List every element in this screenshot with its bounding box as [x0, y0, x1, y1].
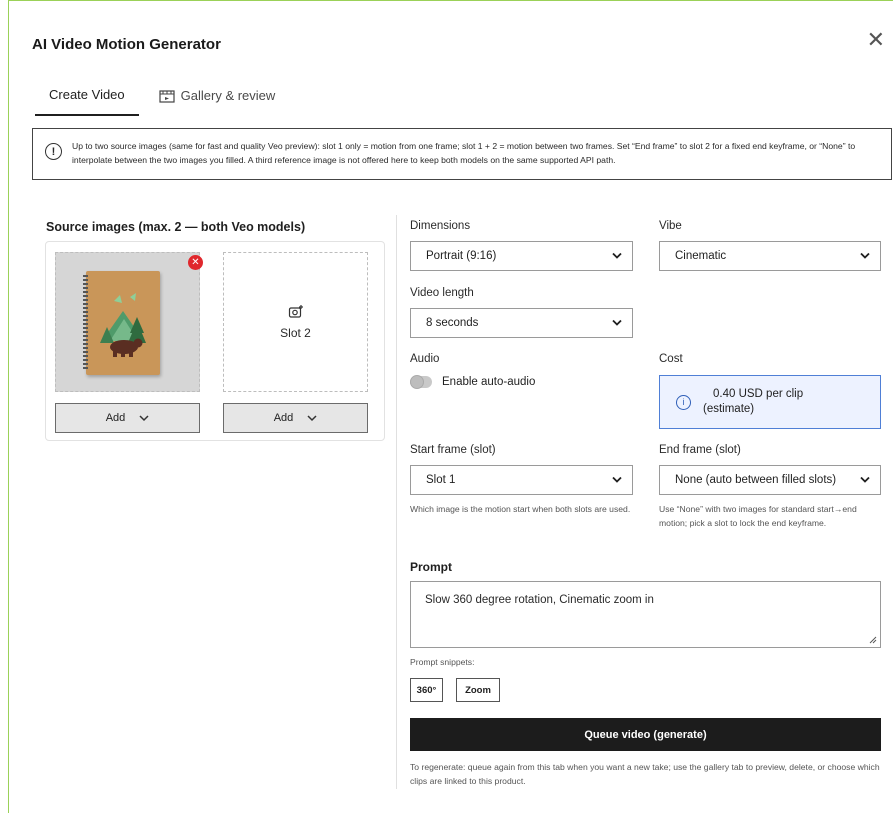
- tab-bar: Create Video Gallery & review: [35, 85, 289, 116]
- remove-image-icon[interactable]: ✕: [188, 255, 203, 270]
- snippet-button-360[interactable]: 360°: [410, 678, 443, 702]
- dialog-title: AI Video Motion Generator: [32, 36, 221, 53]
- resize-grip-icon[interactable]: [869, 636, 877, 644]
- dimensions-select[interactable]: Portrait (9:16): [410, 241, 633, 271]
- add-button-slot-2[interactable]: Add: [223, 403, 368, 433]
- video-generator-dialog: AI Video Motion Generator ✕ Create Video…: [8, 0, 893, 813]
- chevron-down-icon: [139, 414, 149, 421]
- chevron-down-icon: [612, 476, 622, 483]
- tab-label: Gallery & review: [180, 88, 276, 103]
- add-label: Add: [105, 412, 126, 424]
- prompt-text: Slow 360 degree rotation, Cinematic zoom…: [425, 594, 654, 606]
- info-banner: ! Up to two source images (same for fast…: [32, 128, 892, 180]
- end-frame-value: None (auto between filled slots): [675, 474, 837, 486]
- chevron-down-icon: [860, 476, 870, 483]
- auto-audio-label: Enable auto-audio: [442, 376, 536, 388]
- bear-forest-illustration: [100, 293, 146, 357]
- vibe-value: Cinematic: [675, 250, 727, 262]
- add-label: Add: [273, 412, 294, 424]
- cost-label: Cost: [659, 353, 683, 365]
- vibe-label: Vibe: [659, 220, 682, 232]
- video-length-value: 8 seconds: [426, 317, 479, 329]
- video-length-select[interactable]: 8 seconds: [410, 308, 633, 338]
- info-text: Up to two source images (same for fast a…: [72, 141, 856, 165]
- queue-video-button[interactable]: Queue video (generate): [410, 718, 881, 751]
- snippet-button-zoom[interactable]: Zoom: [456, 678, 500, 702]
- audio-label: Audio: [410, 353, 440, 365]
- cost-line-1: 0.40 USD per clip: [713, 388, 804, 400]
- cost-estimate-box: i 0.40 USD per clip (estimate): [659, 375, 881, 429]
- vibe-select[interactable]: Cinematic: [659, 241, 881, 271]
- start-frame-label: Start frame (slot): [410, 444, 496, 456]
- chevron-down-icon: [307, 414, 317, 421]
- tab-gallery-review[interactable]: Gallery & review: [145, 85, 290, 116]
- slot-2-label: Slot 2: [280, 326, 311, 340]
- regenerate-help: To regenerate: queue again from this tab…: [410, 762, 880, 786]
- cost-text: 0.40 USD per clip (estimate): [703, 387, 803, 417]
- start-frame-value: Slot 1: [426, 474, 456, 486]
- prompt-textarea[interactable]: Slow 360 degree rotation, Cinematic zoom…: [410, 581, 881, 648]
- start-frame-select[interactable]: Slot 1: [410, 465, 633, 495]
- column-divider: [396, 215, 397, 789]
- source-images-panel: ✕ Slot 2 Add Add: [45, 241, 385, 441]
- close-icon[interactable]: ✕: [867, 29, 885, 51]
- end-frame-select[interactable]: None (auto between filled slots): [659, 465, 881, 495]
- dimensions-value: Portrait (9:16): [426, 250, 497, 262]
- notebook-thumbnail: [83, 271, 160, 375]
- film-icon: [159, 89, 175, 103]
- tab-label: Create Video: [49, 87, 125, 102]
- video-length-label: Video length: [410, 287, 474, 299]
- cost-line-2: (estimate): [703, 403, 755, 415]
- source-images-title: Source images (max. 2 — both Veo models): [46, 220, 306, 234]
- auto-audio-toggle-row: Enable auto-audio: [410, 375, 536, 389]
- auto-audio-toggle[interactable]: [410, 375, 432, 389]
- prompt-snippets-label: Prompt snippets:: [410, 657, 475, 667]
- image-slot-2[interactable]: Slot 2: [223, 252, 368, 392]
- end-frame-help: Use “None” with two images for standard …: [659, 504, 857, 528]
- chevron-down-icon: [860, 252, 870, 259]
- dimensions-label: Dimensions: [410, 220, 471, 232]
- info-icon: i: [676, 394, 691, 410]
- tab-create-video[interactable]: Create Video: [35, 85, 139, 116]
- add-photo-icon: [288, 305, 303, 318]
- exclamation-circle-icon: !: [45, 143, 62, 160]
- add-button-slot-1[interactable]: Add: [55, 403, 200, 433]
- end-frame-label: End frame (slot): [659, 444, 741, 456]
- start-frame-help: Which image is the motion start when bot…: [410, 504, 631, 514]
- image-slot-1[interactable]: ✕: [55, 252, 203, 392]
- chevron-down-icon: [612, 319, 622, 326]
- prompt-title: Prompt: [410, 560, 452, 574]
- chevron-down-icon: [612, 252, 622, 259]
